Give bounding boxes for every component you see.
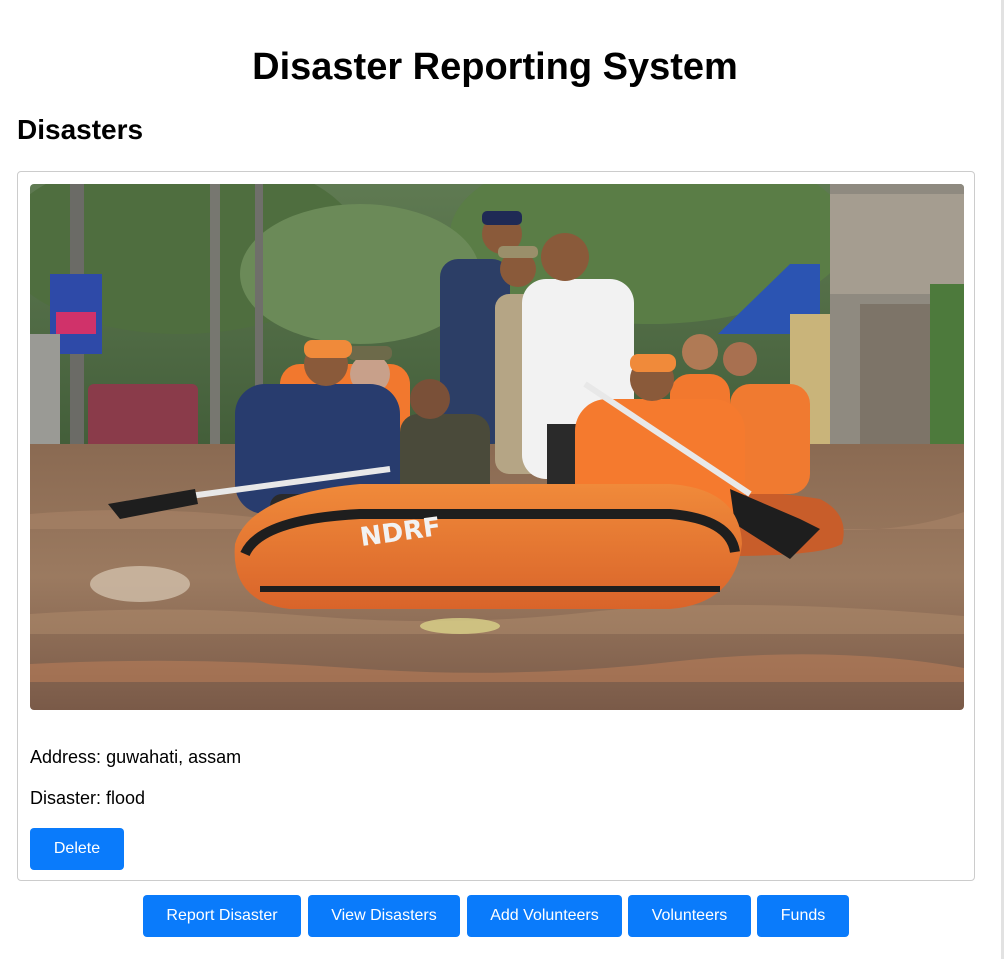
bottom-nav: Report Disaster View Disasters Add Volun…	[0, 895, 1004, 937]
view-disasters-button[interactable]: View Disasters	[308, 895, 460, 937]
address-label: Address:	[30, 747, 102, 767]
disaster-photo: NDRF	[30, 184, 964, 710]
delete-button[interactable]: Delete	[30, 828, 124, 870]
funds-button[interactable]: Funds	[757, 895, 849, 937]
address-value: guwahati, assam	[106, 747, 242, 767]
section-title: Disasters	[17, 114, 144, 145]
page: Disaster Reporting System Disasters NDRF…	[0, 0, 1004, 959]
disaster-label: Disaster:	[30, 788, 102, 808]
disaster-value: flood	[106, 788, 146, 808]
address-field: Address: guwahati, assam	[30, 746, 241, 768]
volunteers-button[interactable]: Volunteers	[628, 895, 751, 937]
disaster-type-field: Disaster: flood	[30, 787, 145, 809]
page-title: Disaster Reporting System	[252, 46, 738, 88]
disaster-card: NDRF Address: guwahati, assam Disaster: …	[17, 171, 975, 881]
report-disaster-button[interactable]: Report Disaster	[143, 895, 301, 937]
add-volunteers-button[interactable]: Add Volunteers	[467, 895, 622, 937]
